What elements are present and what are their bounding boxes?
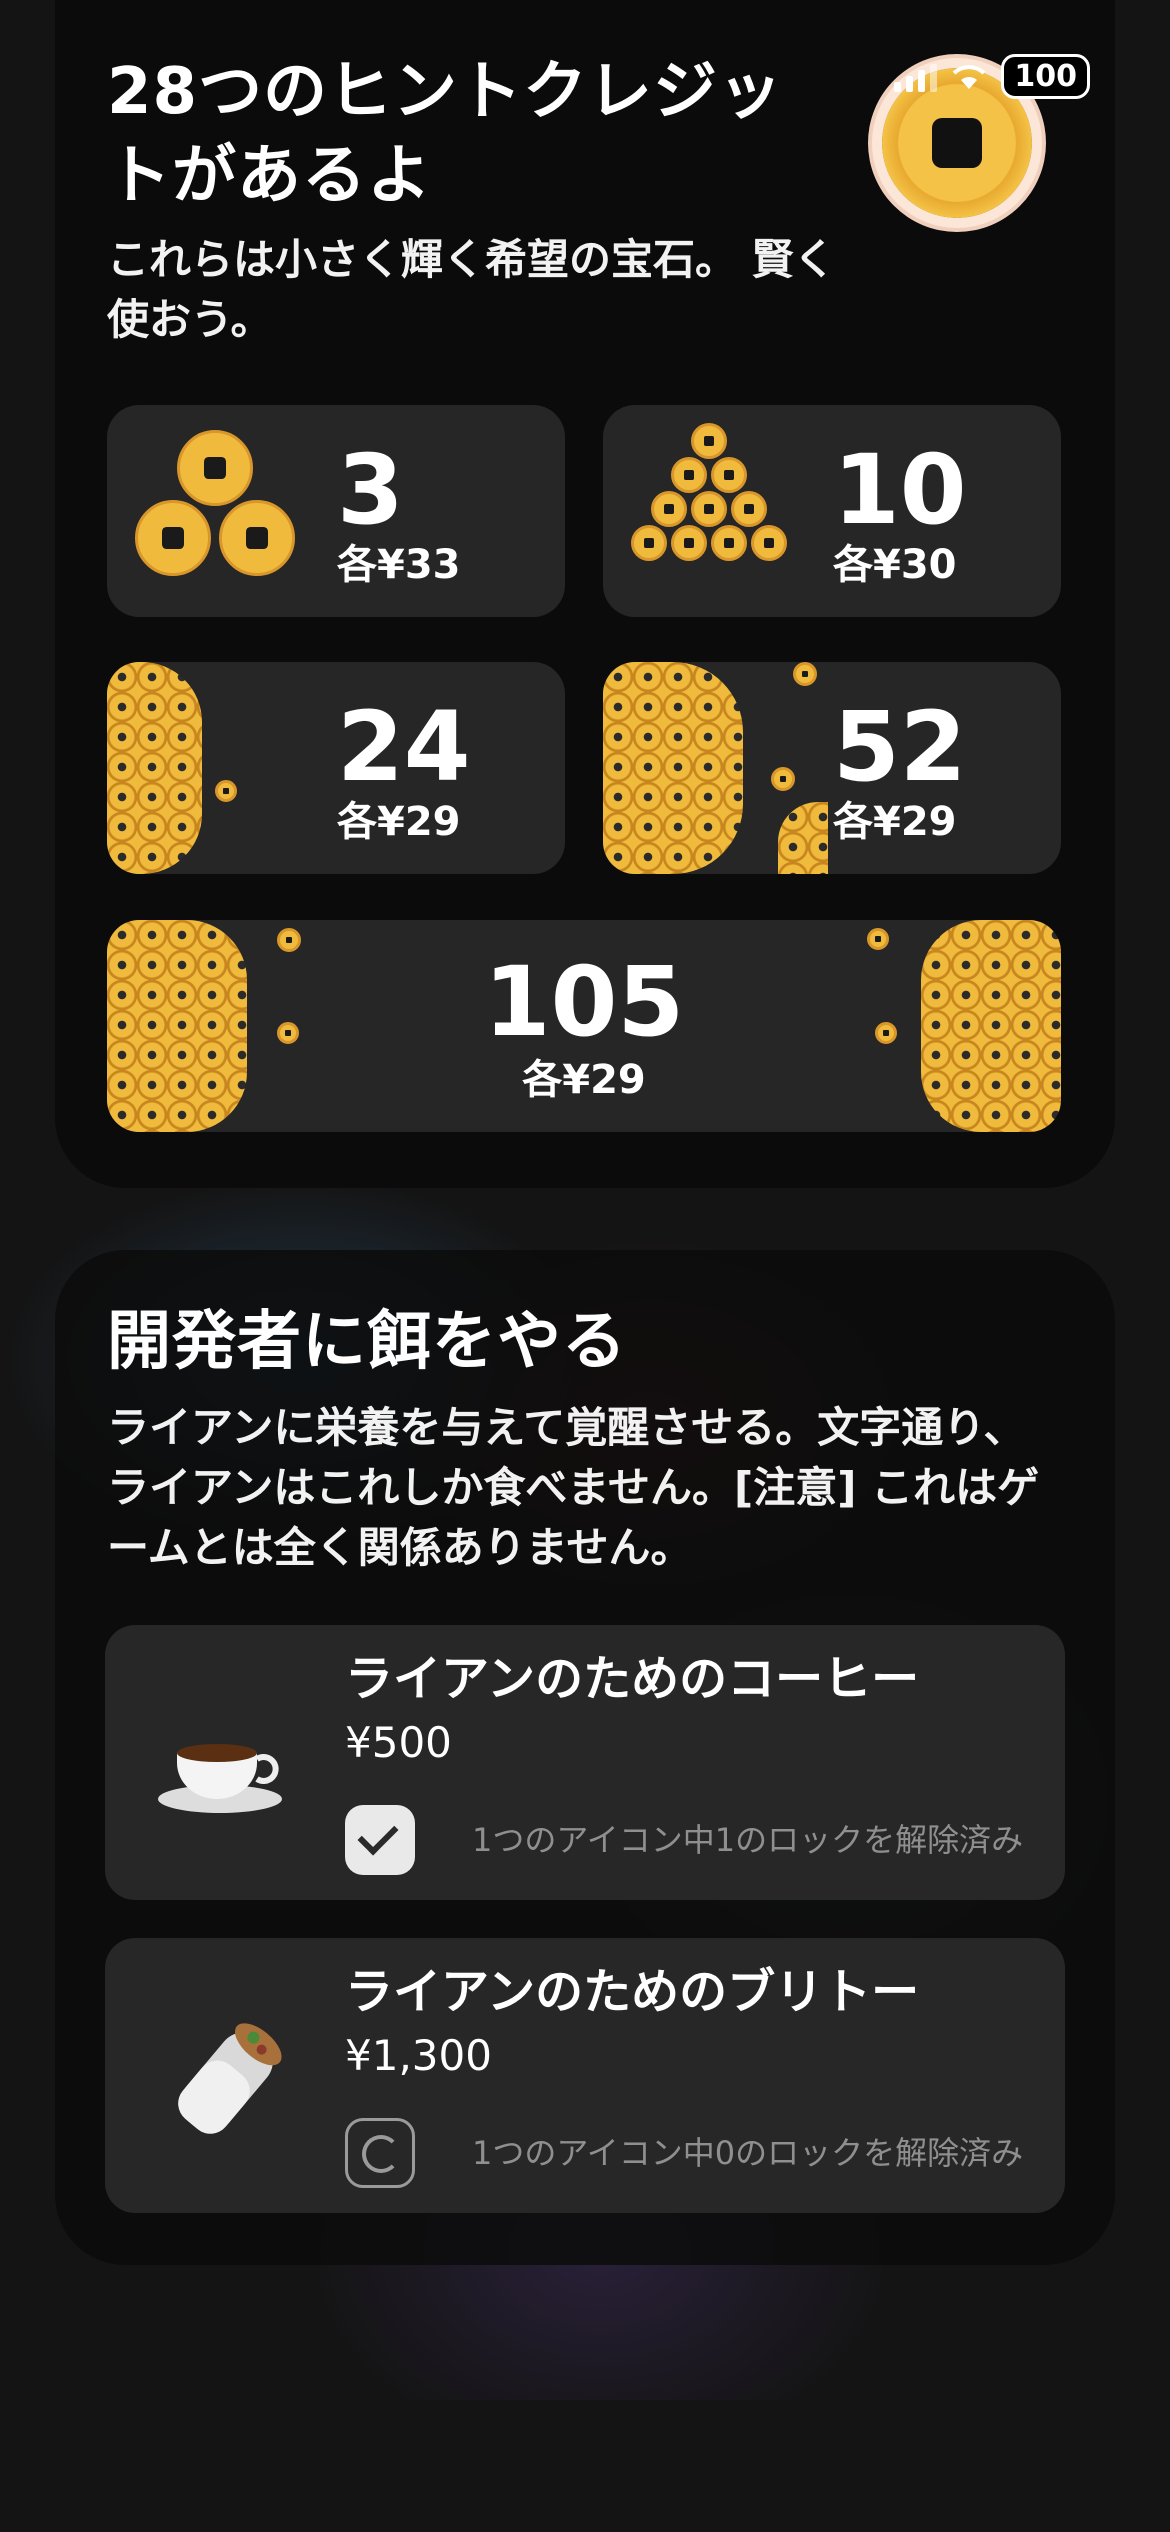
status-bar: 100 bbox=[894, 54, 1090, 99]
unlock-status: 1つのアイコン中1のロックを解除済み bbox=[472, 1821, 1024, 1859]
coin-icon bbox=[277, 928, 301, 952]
hint-title: 28つのヒントクレジットがあるよ bbox=[107, 55, 784, 213]
pack-price: 各¥30 bbox=[833, 542, 957, 588]
pack-price: 各¥29 bbox=[833, 799, 957, 845]
coin-pile-icon bbox=[107, 662, 202, 874]
item-name: ライアンのためのコーヒー bbox=[345, 1651, 920, 1707]
signal-icon bbox=[894, 62, 938, 92]
pack-price: 各¥29 bbox=[337, 799, 461, 845]
coffee-item[interactable]: ライアンのためのコーヒー ¥500 1つのアイコン中1のロックを解除済み bbox=[105, 1625, 1065, 1900]
coin-icon bbox=[867, 928, 889, 950]
pack-count: 3 bbox=[337, 434, 404, 546]
item-price: ¥1,300 bbox=[345, 2031, 492, 2080]
sync-icon bbox=[345, 2118, 415, 2188]
unlock-status: 1つのアイコン中0のロックを解除済み bbox=[472, 2134, 1024, 2172]
feed-title: 開発者に餌をやる bbox=[107, 1305, 627, 1379]
pack-price: 各¥33 bbox=[337, 542, 461, 588]
coin-pile-icon bbox=[603, 662, 743, 874]
pack-count: 52 bbox=[833, 691, 967, 803]
wifi-icon bbox=[953, 64, 986, 89]
burrito-icon bbox=[178, 2023, 282, 2134]
pack-3-button[interactable]: 3 各¥33 bbox=[107, 405, 565, 617]
burrito-item[interactable]: ライアンのためのブリトー ¥1,300 1つのアイコン中0のロックを解除済み bbox=[105, 1938, 1065, 2213]
coin-icon bbox=[771, 767, 795, 791]
checkmark-icon bbox=[345, 1805, 415, 1875]
feed-description: ライアンに栄養を与えて覚醒させる。文字通り、ライアンはこれしか食べません。[注意… bbox=[107, 1403, 1040, 1572]
hint-subtitle: これらは小さく輝く希望の宝石。 賢く使おう。 bbox=[107, 235, 836, 344]
coin-pile-icon bbox=[778, 802, 828, 874]
pack-105-button[interactable]: 105 各¥29 bbox=[107, 920, 1061, 1132]
pack-10-button[interactable]: 10 各¥30 bbox=[603, 405, 1061, 617]
pack-price: 各¥29 bbox=[522, 1057, 646, 1103]
pack-count: 105 bbox=[483, 946, 685, 1058]
coin-icon bbox=[793, 662, 817, 686]
item-name: ライアンのためのブリトー bbox=[345, 1964, 920, 2020]
battery-indicator: 100 bbox=[1001, 54, 1090, 99]
item-price: ¥500 bbox=[345, 1718, 452, 1767]
coin-icon bbox=[215, 780, 237, 802]
pack-52-button[interactable]: 52 各¥29 bbox=[603, 662, 1061, 874]
pack-count: 10 bbox=[833, 434, 967, 546]
pack-24-button[interactable]: 24 各¥29 bbox=[107, 662, 565, 874]
feed-developer-panel: 開発者に餌をやる ライアンに栄養を与えて覚醒させる。文字通り、ライアンはこれしか… bbox=[55, 1250, 1115, 2265]
pack-count: 24 bbox=[337, 691, 471, 803]
coffee-cup-icon bbox=[158, 1744, 282, 1813]
